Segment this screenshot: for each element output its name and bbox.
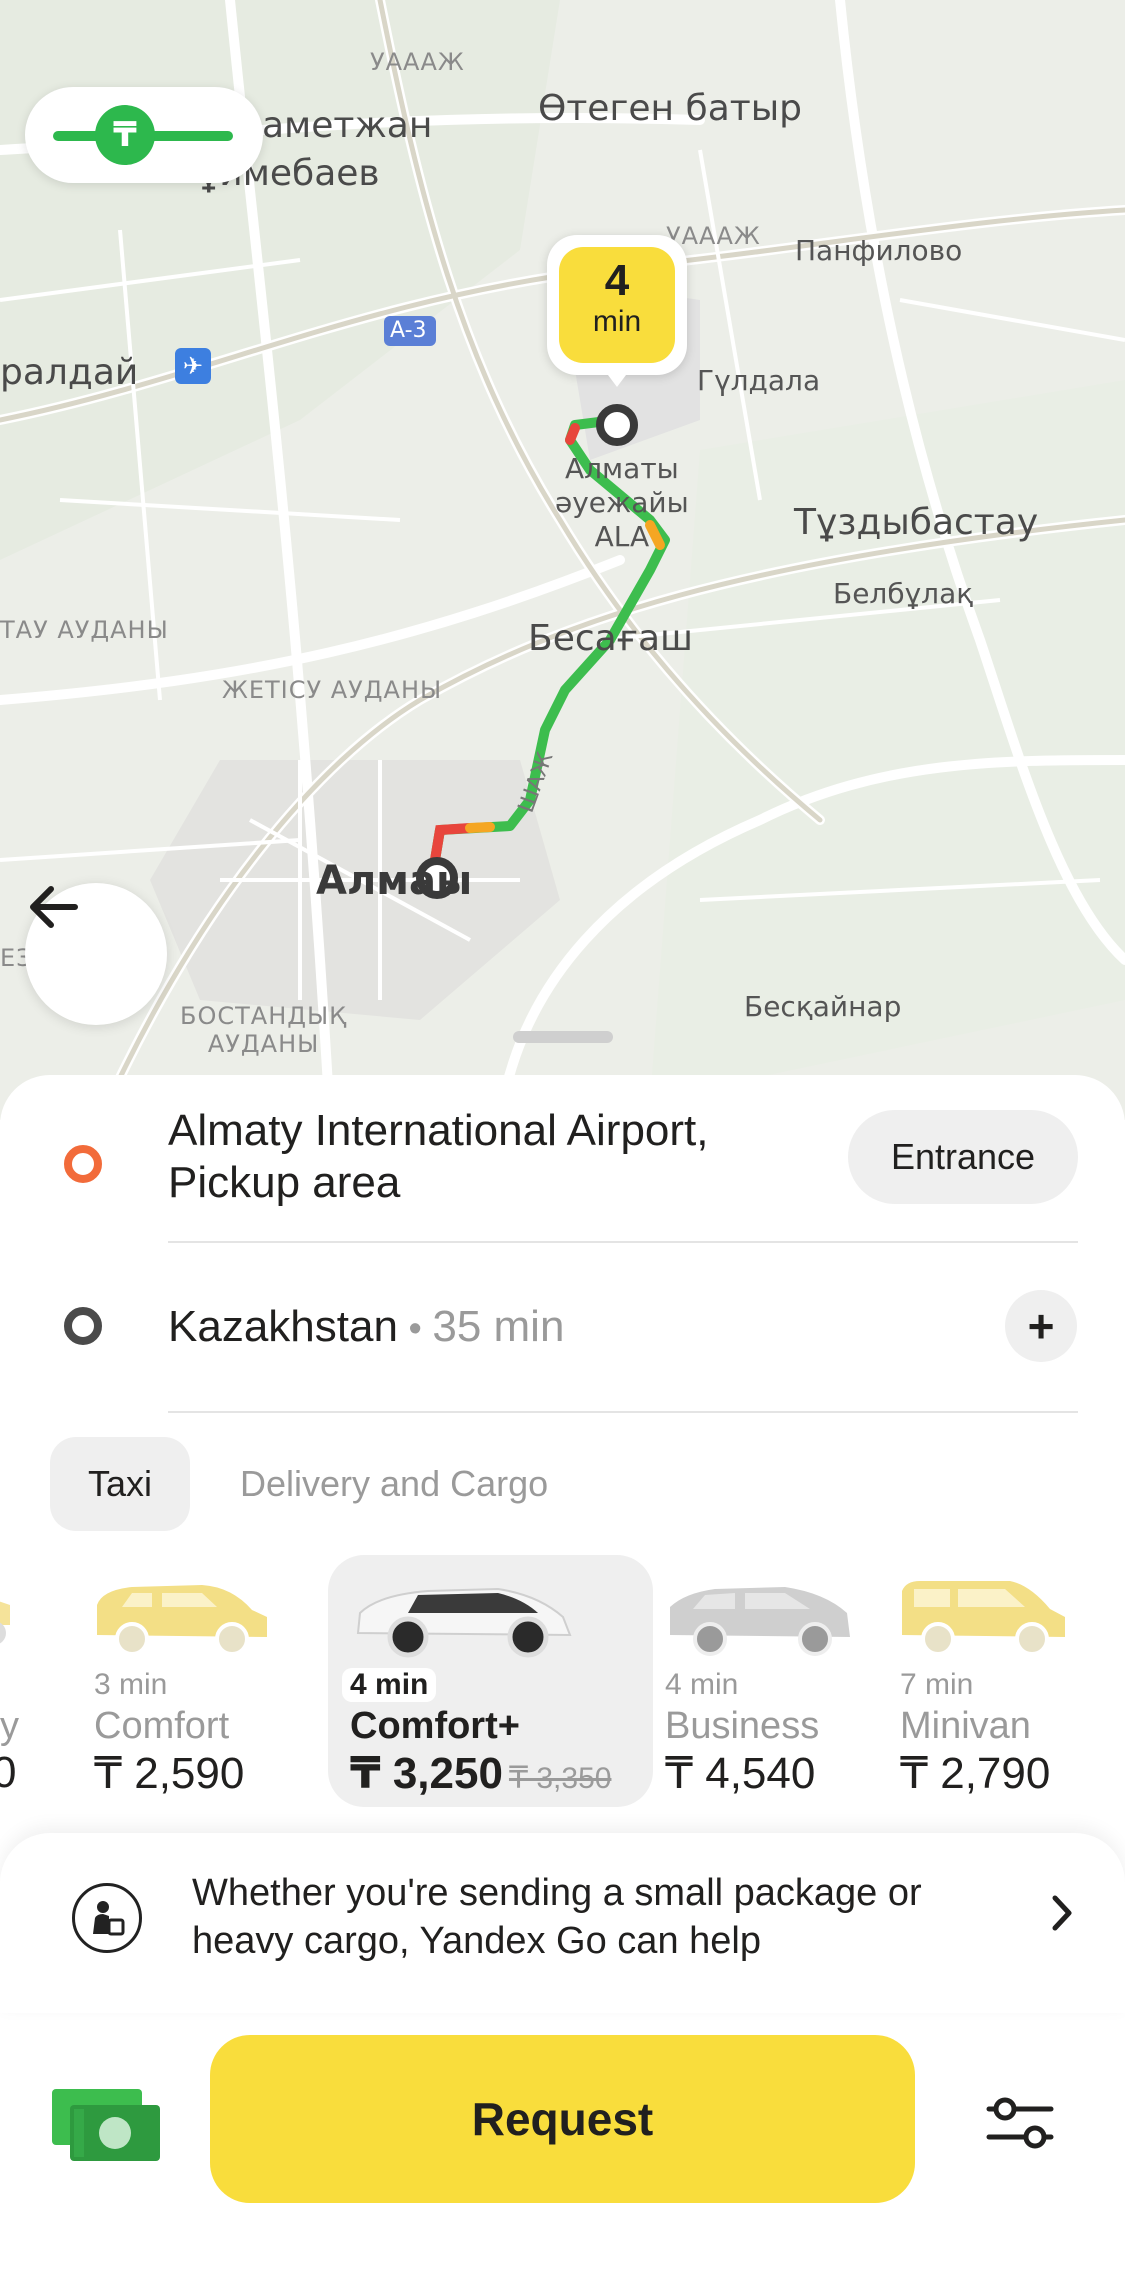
- eta-value: 4: [604, 256, 630, 305]
- map-label-town: Бесқайнар: [744, 990, 902, 1023]
- pickup-row[interactable]: Almaty International Airport, Pickup are…: [0, 1075, 1125, 1245]
- tab-delivery-and-cargo[interactable]: Delivery and Cargo: [240, 1437, 548, 1531]
- separator: •: [397, 1308, 433, 1350]
- tariff-eta: 4 min: [342, 1668, 437, 1702]
- divider: [168, 1241, 1078, 1243]
- eta-unit: min: [592, 305, 642, 338]
- car-icon: [902, 1581, 1065, 1656]
- tab-taxi[interactable]: Taxi: [50, 1437, 190, 1531]
- promo-card[interactable]: Whether you're sending a small package o…: [0, 1833, 1125, 2013]
- cash-icon[interactable]: [50, 2085, 162, 2165]
- back-button[interactable]: [25, 883, 167, 1025]
- car-icon: [670, 1587, 850, 1656]
- destination-address: Kazakhstan: [168, 1302, 398, 1351]
- tariff-price: 0: [0, 1748, 17, 1797]
- map-label-town: Панфилово: [795, 234, 963, 267]
- tariff-card-comfort-plus[interactable]: 4 min Comfort+ ₸ 3,250 ₸ 3,350: [328, 1555, 653, 1805]
- tariff-price-line: ₸ 3,250 ₸ 3,350: [350, 1748, 611, 1799]
- request-button[interactable]: Request: [210, 2035, 915, 2203]
- tariff-old-price: ₸ 3,350: [508, 1762, 612, 1795]
- sliders-icon[interactable]: [985, 2095, 1055, 2151]
- tariff-eta: 3 min: [94, 1668, 168, 1701]
- destination-row[interactable]: Kazakhstan • 35 min: [0, 1245, 1125, 1413]
- tariff-name: Comfort: [94, 1705, 230, 1747]
- svg-text:✈: ✈: [183, 352, 203, 380]
- tariff-eta: 7 min: [900, 1668, 974, 1701]
- divider: [168, 1411, 1078, 1413]
- pickup-dot-icon: [64, 1145, 102, 1183]
- map-label-city: Алмаы: [316, 858, 473, 904]
- currency-toggle[interactable]: ₸: [25, 87, 263, 183]
- map-label-town: Белбұлақ: [833, 577, 974, 610]
- map-label-airport: Алматы әуежайы ALA: [555, 452, 689, 553]
- tariff-eta: 4 min: [665, 1668, 739, 1701]
- tariff-card-comfort[interactable]: 3 min Comfort ₸ 2,590: [92, 1555, 292, 1805]
- add-stop-button[interactable]: +: [1005, 1290, 1077, 1362]
- tariff-name: Business: [665, 1705, 820, 1747]
- map-label-town: Гүлдала: [697, 364, 821, 397]
- pickup-address: Almaty International Airport, Pickup are…: [168, 1106, 709, 1207]
- tariff-price: ₸ 4,540: [665, 1749, 816, 1798]
- tariff-price: ₸ 2,790: [900, 1749, 1051, 1798]
- arrow-left-icon: [30, 886, 78, 928]
- destination-dot-icon: [64, 1307, 102, 1345]
- destination-line: Kazakhstan • 35 min: [168, 1301, 564, 1355]
- tenge-icon: ₸: [95, 105, 155, 165]
- map-label-district: ТАУ АУДАНЫ: [0, 616, 169, 644]
- map-label-district: Өтеген батыр: [538, 88, 803, 129]
- car-icon: [356, 1587, 572, 1658]
- chevron-right-icon: [1052, 1895, 1072, 1931]
- tariff-card-minivan[interactable]: 7 min Minivan ₸ 2,790: [900, 1555, 1100, 1805]
- tariff-price: ₸ 3,250: [350, 1749, 503, 1798]
- map-label-town: Бесағаш: [528, 618, 693, 659]
- tariff-card-business[interactable]: 4 min Business ₸ 4,540: [665, 1555, 865, 1805]
- tariff-name: Minivan: [900, 1705, 1031, 1747]
- map[interactable]: ✈ УАААЖ Өтеген батыр аметжан ұимебаев УА…: [0, 0, 1125, 1120]
- promo-text: Whether you're sending a small package o…: [192, 1872, 922, 1962]
- tariff-name: Comfort+: [350, 1705, 520, 1747]
- sheet-drag-handle[interactable]: [513, 1031, 613, 1043]
- map-label-town: Тұздыбастау: [794, 502, 1039, 543]
- trip-duration: 35 min: [432, 1302, 565, 1351]
- car-icon: [0, 1601, 10, 1644]
- courier-icon: [72, 1883, 142, 1953]
- map-label-district: ралдай: [0, 352, 139, 393]
- entrance-button[interactable]: Entrance: [848, 1110, 1078, 1204]
- map-label-road: УАААЖ: [370, 48, 465, 76]
- tariff-price: ₸ 2,590: [94, 1749, 245, 1798]
- map-label-district: ЖЕТІСУ АУДАНЫ: [222, 676, 443, 704]
- order-sheet: Almaty International Airport, Pickup are…: [0, 1075, 1125, 2274]
- car-icon: [97, 1585, 267, 1656]
- map-label-highway: A-3: [390, 318, 427, 343]
- tariff-card-economy[interactable]: y 0: [0, 1555, 40, 1805]
- eta-bubble: 4 min: [547, 235, 687, 387]
- map-label-district: БОСТАНДЫҚ АУДАНЫ: [180, 1002, 348, 1058]
- map-label-district: аметжан: [262, 105, 433, 146]
- tariff-name: y: [0, 1705, 19, 1747]
